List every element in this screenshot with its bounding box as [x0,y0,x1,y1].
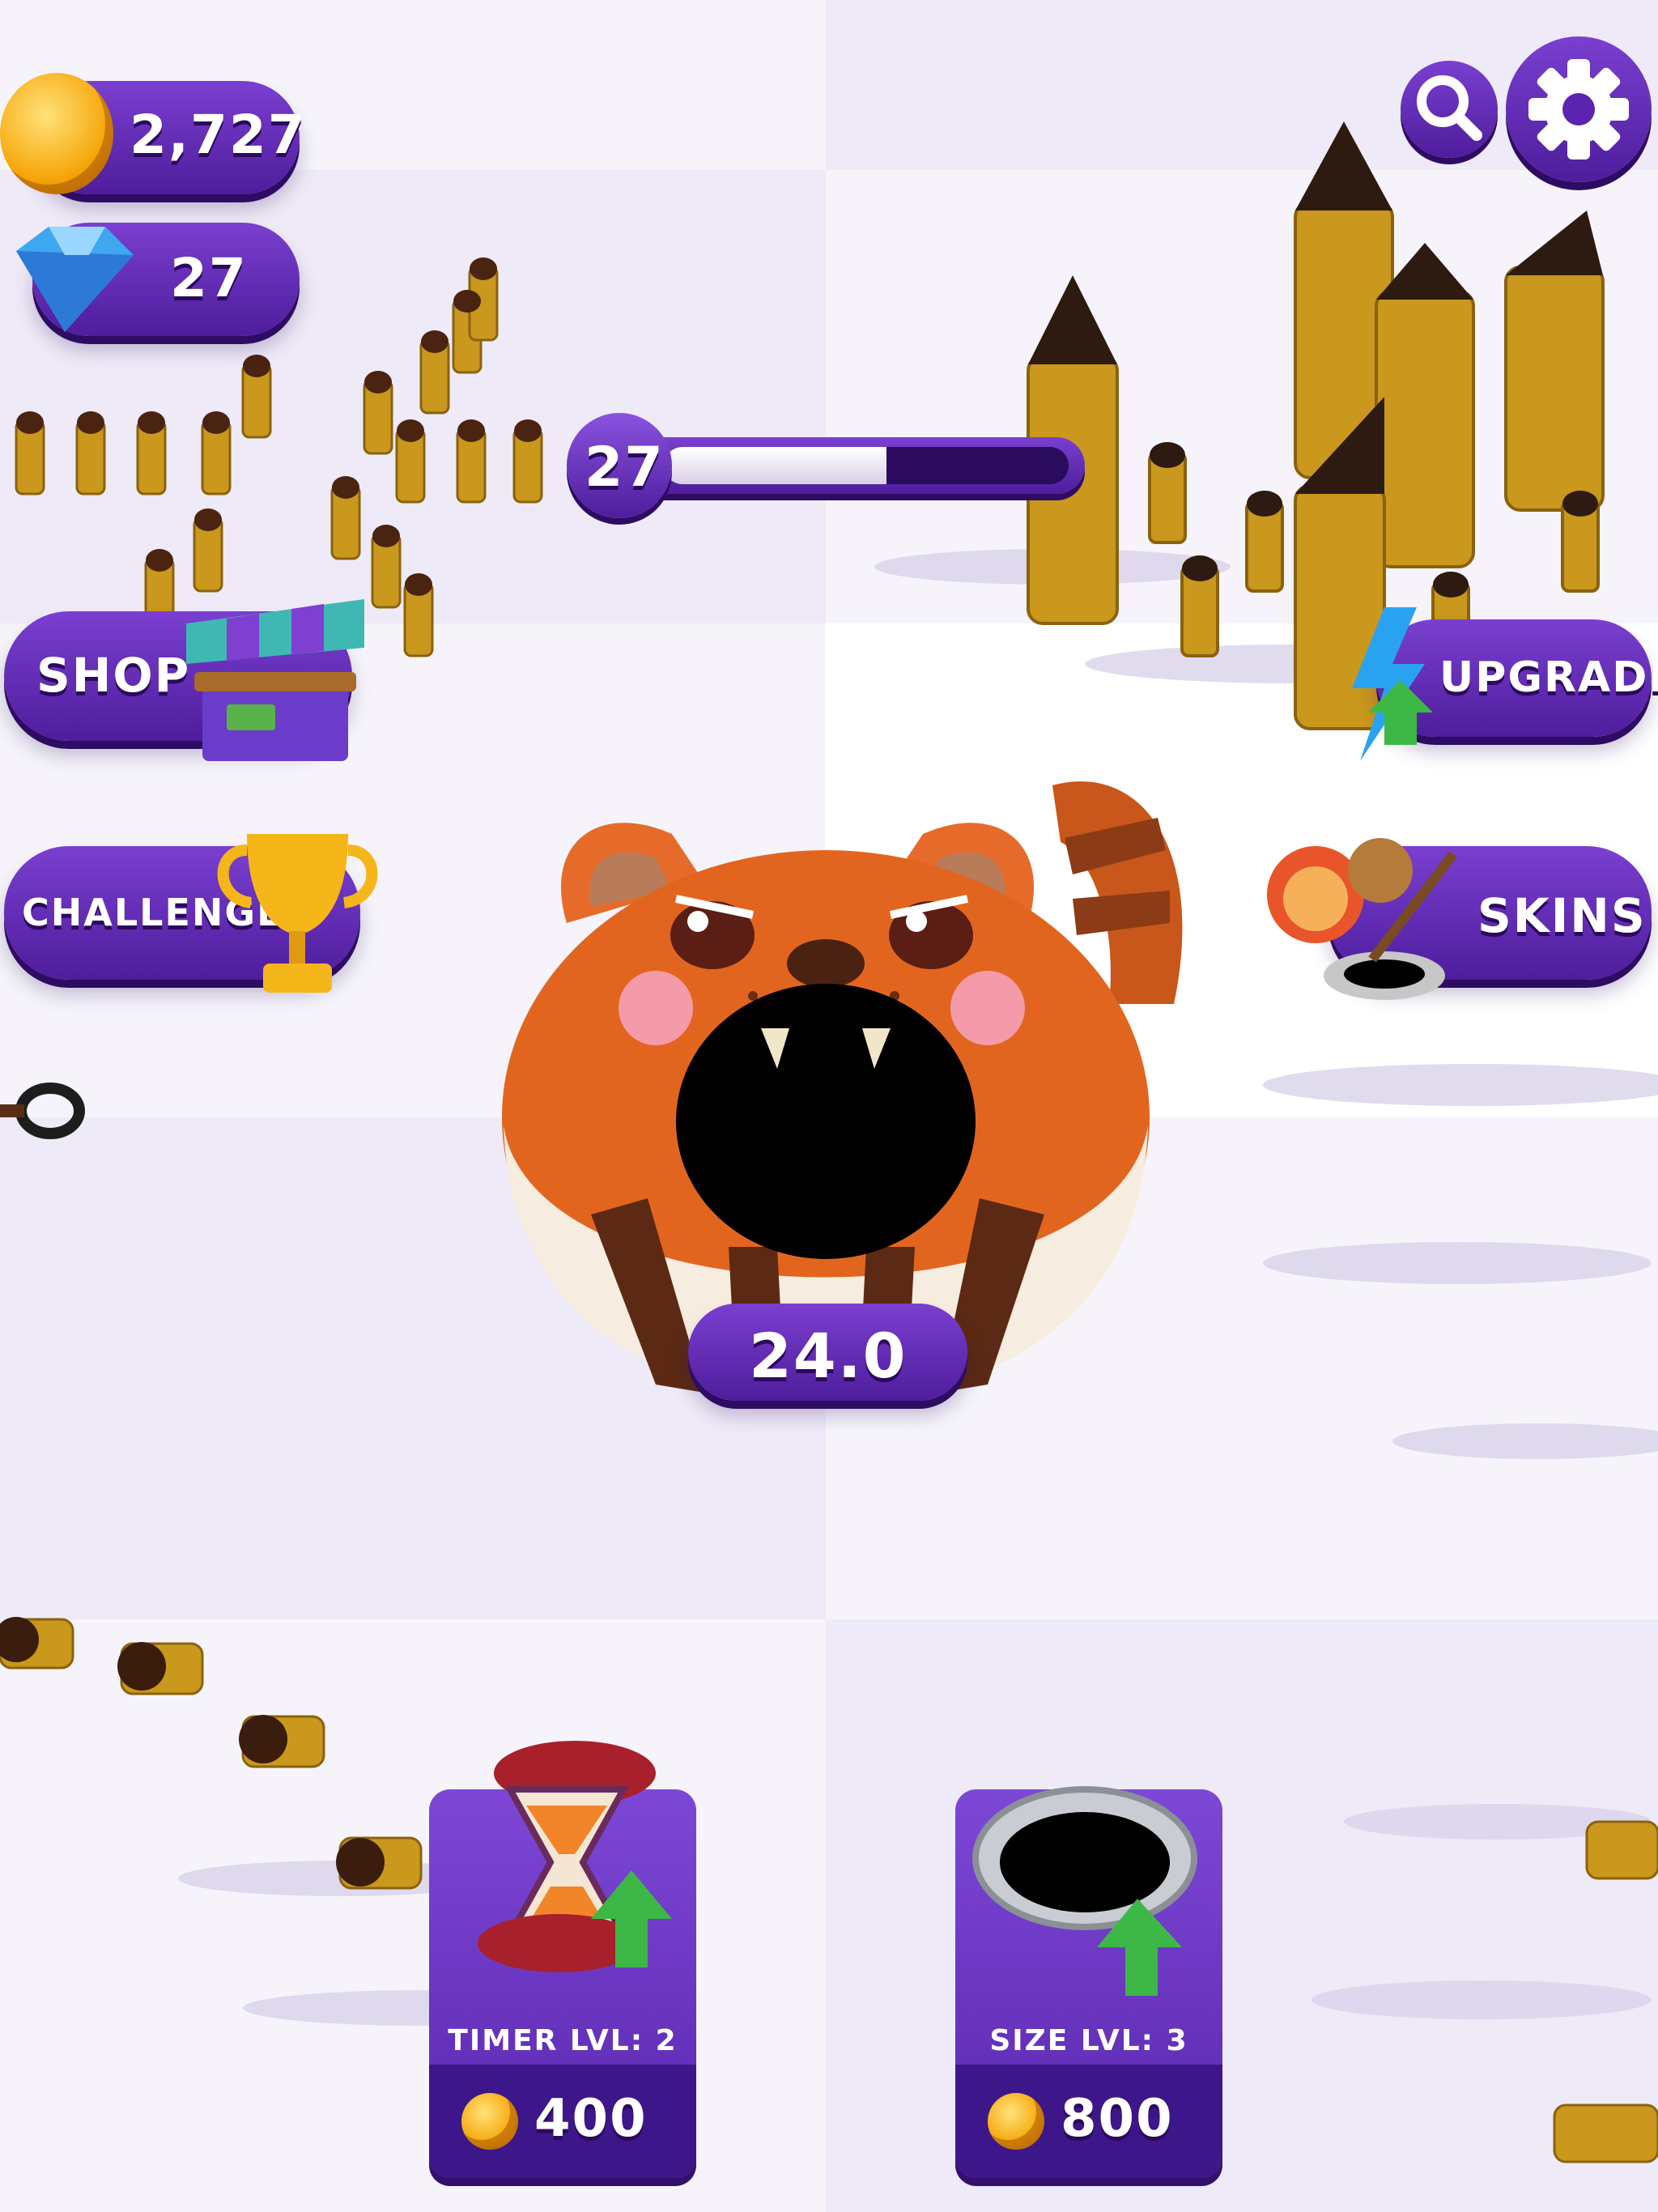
coin-icon [461,2093,518,2150]
skins-icon [1267,838,1457,1000]
settings-button[interactable] [1506,36,1652,182]
timer-upgrade-card[interactable]: TIMER LVL: 2 400 [429,1741,696,2178]
level-progress: 27 [567,413,1093,518]
size-upgrade-card[interactable]: SIZE LVL: 3 800 [955,1786,1222,2178]
skins-label: SKINS [1477,888,1647,943]
hole-ring-icon [972,1786,1197,1996]
shop-label: SHOP [36,648,191,703]
timer-cost-button[interactable]: 400 [429,2065,696,2178]
lightning-upgrade-icon [1352,607,1433,761]
upgrade-label: UPGRADE [1439,653,1658,702]
shop-stall-icon [186,599,364,761]
gear-icon [1528,59,1629,160]
diamond-icon [16,227,134,332]
timer-cost: 400 [534,2089,648,2149]
size-upgrade-label: SIZE LVL: 3 [989,2024,1188,2057]
magnifier-icon [1417,75,1482,141]
zoom-button[interactable] [1401,61,1498,158]
gems-value: 27 [170,247,248,309]
progress-track [664,447,1069,484]
coin-icon [0,73,113,194]
coin-icon [988,2093,1044,2150]
timer-value: 24.0 [749,1320,908,1392]
level-number: 27 [585,436,665,500]
trophy-icon [217,834,378,993]
coins-value: 2,727 [130,104,307,166]
timer-upgrade-label: TIMER LVL: 2 [448,2024,678,2057]
size-cost-button[interactable]: 800 [955,2065,1222,2178]
hourglass-icon [478,1741,672,1972]
hole-timer: 24.0 [688,1304,967,1401]
progress-fill [664,447,886,484]
level-badge: 27 [567,413,672,518]
size-cost: 800 [1061,2089,1174,2149]
